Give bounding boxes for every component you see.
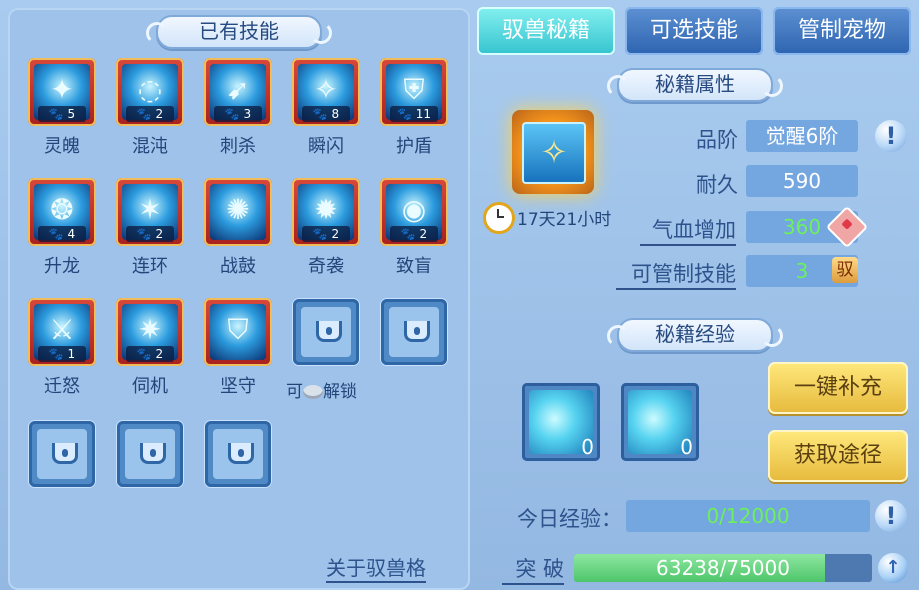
skill-count: 🐾 2: [302, 226, 350, 242]
skill-icon: ⛉: [227, 313, 249, 346]
main-panel: 已有技能 ✦ 🐾 5 灵魄 ◌ 🐾 2 混沌 ➹ 🐾 3 刺杀 ✧ 🐾 8 瞬闪 ⛨ 🐾 11 护盾…: [0, 0, 919, 590]
owned-skills-header: 已有技能: [146, 15, 332, 49]
locked-slot[interactable]: [29, 421, 95, 487]
tab-pets[interactable]: 管制宠物: [773, 7, 911, 55]
skill-card[interactable]: ✹ 🐾 2 奇袭: [292, 178, 362, 277]
skill-count: 🐾 2: [126, 226, 174, 242]
lock-icon: [228, 443, 254, 464]
breakthrough-value: 63238/75000: [656, 556, 790, 580]
exp-item[interactable]: 0: [522, 383, 600, 461]
info-icon[interactable]: !: [875, 500, 907, 532]
obtain-button[interactable]: 获取途径: [768, 430, 908, 482]
skill-card[interactable]: ⛨ 🐾 11 护盾: [380, 58, 450, 157]
skill-name: 迁怒: [44, 376, 80, 397]
skill-name: 连环: [132, 256, 168, 277]
skill-card[interactable]: ✺ 战鼓: [204, 178, 274, 277]
skill-name: 奇袭: [308, 256, 344, 277]
exp-item-count: 0: [680, 435, 693, 459]
exp-item[interactable]: 0: [621, 383, 699, 461]
today-exp-value: 0/12000: [626, 500, 870, 532]
breakthrough-bar: 63238/75000: [574, 554, 872, 582]
grade-label: 品阶: [696, 128, 738, 152]
skill-count: 🐾 2: [126, 106, 174, 122]
skill-card[interactable]: ◉ 🐾 2 致盲: [380, 178, 450, 277]
durability-label: 耐久: [696, 173, 738, 197]
skill-count: 🐾 11: [390, 106, 438, 122]
hp-bonus-label[interactable]: 气血增加: [640, 214, 736, 246]
control-icon: 驭: [832, 257, 858, 283]
refill-button[interactable]: 一键补充: [768, 362, 908, 414]
experience-header: 秘籍经验: [607, 318, 783, 352]
breakthrough-label[interactable]: 突 破: [502, 553, 564, 585]
skill-count: 🐾 3: [214, 106, 262, 122]
skill-name: 瞬闪: [308, 136, 344, 157]
lock-icon: [140, 443, 166, 464]
locked-slot[interactable]: [381, 299, 447, 365]
skills-panel: 已有技能 ✦ 🐾 5 灵魄 ◌ 🐾 2 混沌 ➹ 🐾 3 刺杀 ✧ 🐾 8 瞬闪 ⛨ 🐾 11 护盾…: [8, 8, 470, 590]
skill-name: 护盾: [396, 136, 432, 157]
skill-count: 🐾 4: [38, 226, 86, 242]
unlock-hint: 可解锁: [286, 382, 357, 402]
grade-value: 觉醒6阶: [746, 120, 858, 152]
skill-name: 致盲: [396, 256, 432, 277]
tab-skills[interactable]: 可选技能: [625, 7, 763, 55]
attributes-header: 秘籍属性: [607, 68, 783, 102]
skill-name: 战鼓: [220, 256, 256, 277]
skill-card[interactable]: ✦ 🐾 5 灵魄: [28, 58, 98, 157]
skill-card[interactable]: ❂ 🐾 4 升龙: [28, 178, 98, 277]
skill-count: 🐾 5: [38, 106, 86, 122]
skill-count: 🐾 2: [126, 346, 174, 362]
about-link[interactable]: 关于驭兽格: [326, 552, 426, 583]
info-icon[interactable]: !: [875, 120, 907, 152]
skill-card[interactable]: ✧ 🐾 8 瞬闪: [292, 58, 362, 157]
exp-item-count: 0: [581, 435, 594, 459]
skill-card[interactable]: ➹ 🐾 3 刺杀: [204, 58, 274, 157]
locked-slot[interactable]: [205, 421, 271, 487]
skill-name: 混沌: [132, 136, 168, 157]
skill-icon: ✺: [226, 193, 250, 226]
control-skill-label[interactable]: 可管制技能: [616, 258, 736, 290]
skill-name: 刺杀: [220, 136, 256, 157]
skill-name: 升龙: [44, 256, 80, 277]
skill-name: 坚守: [220, 376, 256, 397]
lock-icon: [316, 321, 342, 342]
skill-count: 🐾 1: [38, 346, 86, 362]
clock-icon: [483, 202, 515, 234]
arrow-up-icon[interactable]: ↑: [878, 553, 908, 583]
lock-icon: [404, 321, 430, 342]
silver-ingot-icon: [303, 385, 323, 399]
skill-count: 🐾 2: [390, 226, 438, 242]
skill-card[interactable]: ⛉ 坚守: [204, 298, 274, 397]
skill-name: 伺机: [132, 376, 168, 397]
book-item[interactable]: ✧: [512, 110, 594, 194]
today-exp-label: 今日经验：: [517, 507, 622, 531]
locked-slot[interactable]: [293, 299, 359, 365]
lock-icon: [52, 443, 78, 464]
skill-name: 灵魄: [44, 136, 80, 157]
durability-value: 590: [746, 165, 858, 197]
dragon-icon: ✧: [522, 122, 586, 184]
skill-count: 🐾 8: [302, 106, 350, 122]
skill-card[interactable]: ✷ 🐾 2 伺机: [116, 298, 186, 397]
locked-slot[interactable]: [117, 421, 183, 487]
skill-card[interactable]: ⚔ 🐾 1 迁怒: [28, 298, 98, 397]
skill-card[interactable]: ◌ 🐾 2 混沌: [116, 58, 186, 157]
tab-book[interactable]: 驭兽秘籍: [477, 7, 615, 55]
skill-card[interactable]: ✶ 🐾 2 连环: [116, 178, 186, 277]
timer-text: 17天21小时: [517, 210, 612, 230]
